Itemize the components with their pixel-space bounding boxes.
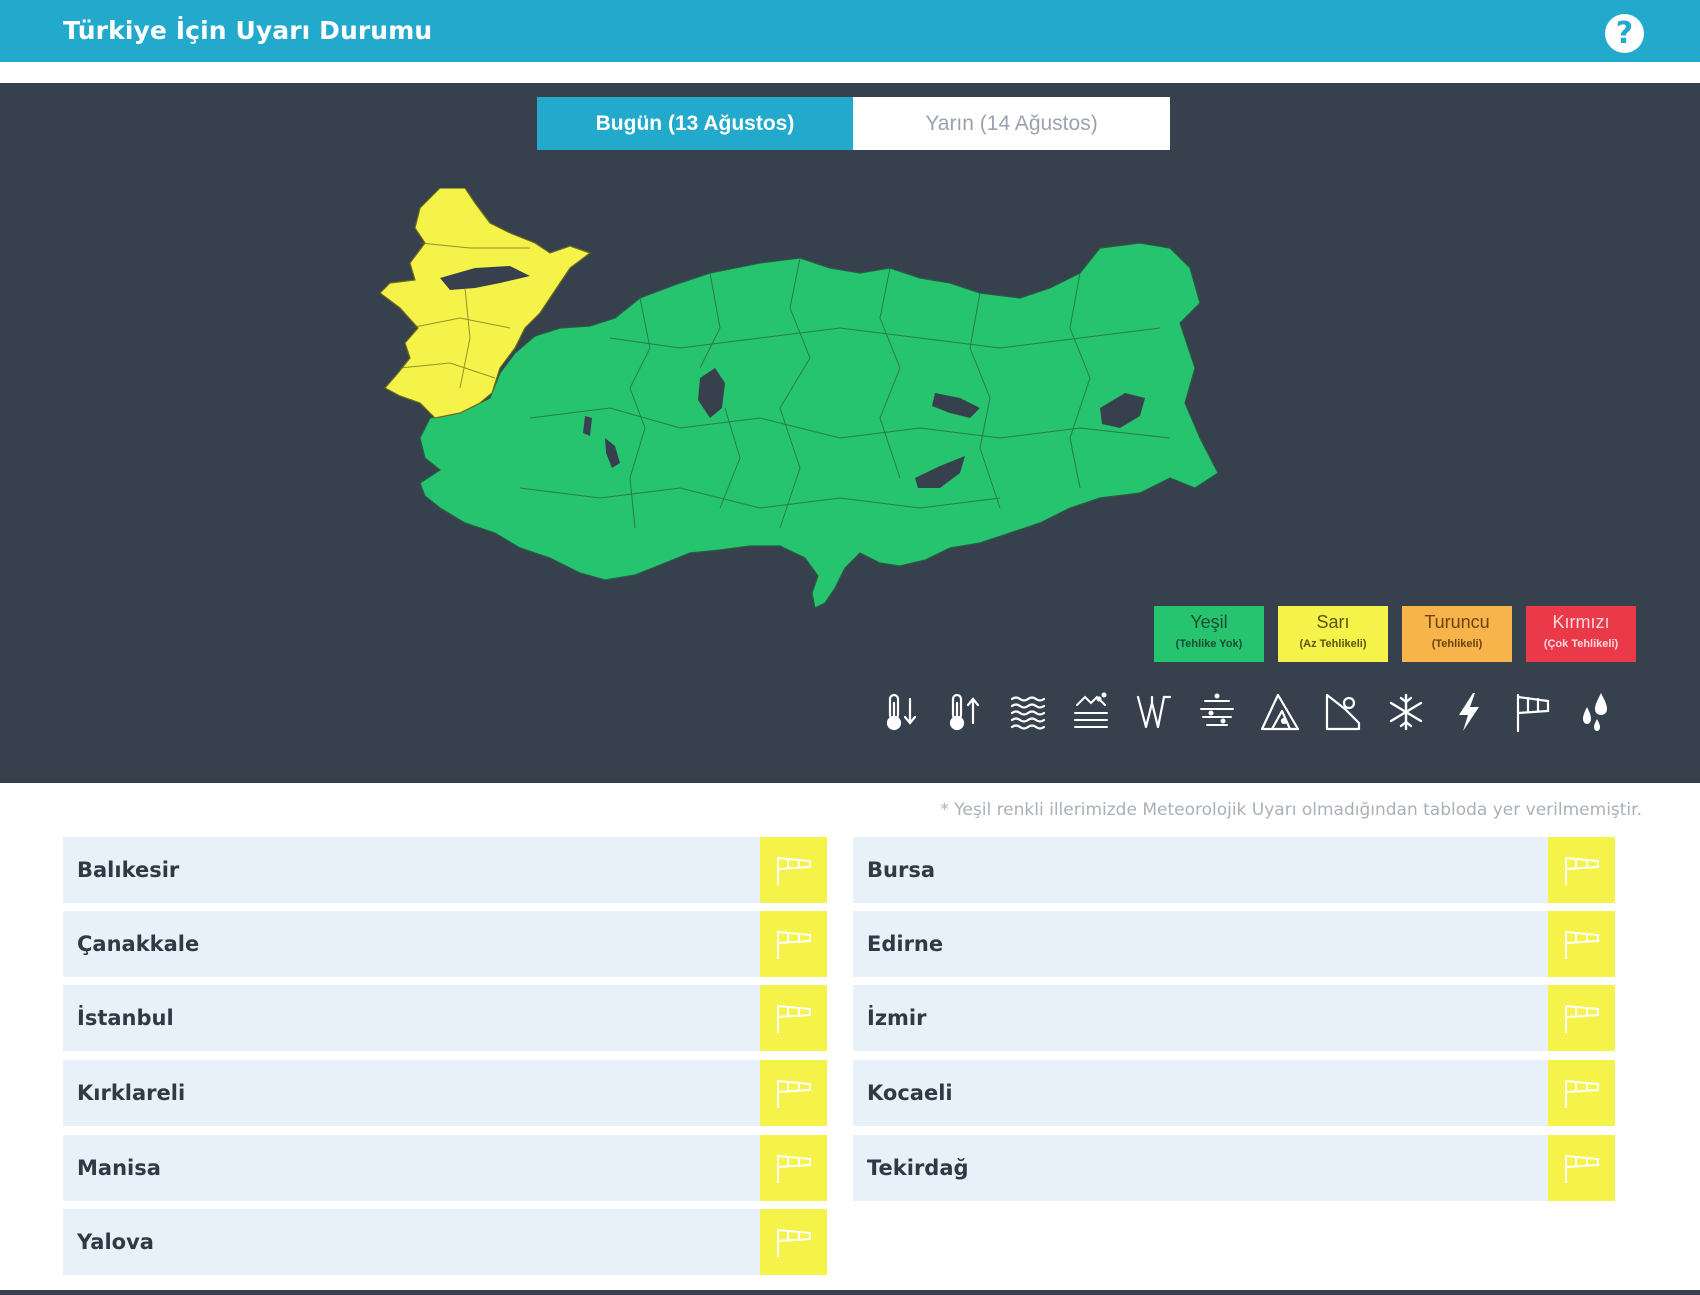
wind-warning-icon[interactable]	[1548, 1135, 1615, 1201]
province-name: Edirne	[867, 932, 944, 956]
page-title: Türkiye İçin Uyarı Durumu	[63, 16, 433, 45]
province-row[interactable]: Tekirdağ	[853, 1135, 1615, 1201]
wind-warning-icon[interactable]	[760, 1135, 827, 1201]
province-name: İstanbul	[77, 1006, 174, 1030]
province-name: Manisa	[77, 1156, 161, 1180]
lightning-icon[interactable]	[1447, 689, 1491, 735]
high-temperature-icon[interactable]	[943, 689, 987, 735]
province-name: İzmir	[867, 1006, 927, 1030]
province-row[interactable]: Yalova	[63, 1209, 827, 1275]
legend-yellow: Sarı (Az Tehlikeli)	[1278, 606, 1388, 662]
wind-warning-icon[interactable]	[760, 985, 827, 1051]
fog-icon[interactable]	[1006, 689, 1050, 735]
province-name: Yalova	[77, 1230, 154, 1254]
legend-yellow-desc: (Az Tehlikeli)	[1299, 638, 1367, 650]
snow-icon[interactable]	[1384, 689, 1428, 735]
province-name: Çanakkale	[77, 932, 200, 956]
bottom-border	[0, 1290, 1700, 1295]
wind-warning-icon[interactable]	[760, 1209, 827, 1275]
province-row[interactable]: Kırklareli	[63, 1060, 827, 1126]
low-temperature-icon[interactable]	[880, 689, 924, 735]
province-row[interactable]: Bursa	[853, 837, 1615, 903]
legend-orange-name: Turuncu	[1424, 612, 1490, 632]
landslide-icon[interactable]	[1321, 689, 1365, 735]
legend-red: Kırmızı (Çok Tehlikeli)	[1526, 606, 1636, 662]
wind-warning-icon[interactable]	[1548, 985, 1615, 1051]
help-icon[interactable]: ?	[1605, 14, 1644, 53]
province-row[interactable]: İzmir	[853, 985, 1615, 1051]
province-name: Bursa	[867, 858, 935, 882]
legend-red-desc: (Çok Tehlikeli)	[1543, 638, 1619, 650]
wind-warning-icon[interactable]	[760, 911, 827, 977]
legend-red-name: Kırmızı	[1552, 612, 1610, 632]
wind-warning-icon[interactable]	[1548, 1060, 1615, 1126]
legend-yellow-name: Sarı	[1316, 612, 1350, 632]
info-note: * Yeşil renkli illerimizde Meteorolojik …	[940, 800, 1642, 820]
province-name: Kırklareli	[77, 1081, 186, 1105]
avalanche-icon[interactable]	[1258, 689, 1302, 735]
province-row[interactable]: Manisa	[63, 1135, 827, 1201]
rain-icon[interactable]	[1573, 689, 1617, 735]
map-panel: Bugün (13 Ağustos) Yarın (14 Ağustos) Ye…	[0, 83, 1700, 783]
legend-green-desc: (Tehlike Yok)	[1175, 638, 1243, 650]
wind-warning-icon[interactable]	[760, 837, 827, 903]
tab-today[interactable]: Bugün (13 Ağustos)	[537, 97, 853, 150]
legend-orange: Turuncu (Tehlikeli)	[1402, 606, 1512, 662]
hail-icon[interactable]	[1132, 689, 1176, 735]
wind-warning-icon[interactable]	[1548, 911, 1615, 977]
province-row[interactable]: Edirne	[853, 911, 1615, 977]
province-row[interactable]: İstanbul	[63, 985, 827, 1051]
wind-icon[interactable]	[1510, 689, 1554, 735]
province-name: Tekirdağ	[867, 1156, 969, 1180]
legend-orange-desc: (Tehlikeli)	[1431, 638, 1483, 650]
province-row[interactable]: Kocaeli	[853, 1060, 1615, 1126]
province-name: Kocaeli	[867, 1081, 953, 1105]
storm-icon[interactable]	[1195, 689, 1239, 735]
province-name: Balıkesir	[77, 858, 180, 882]
dust-icon[interactable]	[1069, 689, 1113, 735]
legend-green: Yeşil (Tehlike Yok)	[1154, 606, 1264, 662]
province-row[interactable]: Çanakkale	[63, 911, 827, 977]
tab-tomorrow[interactable]: Yarın (14 Ağustos)	[853, 97, 1170, 150]
header-bar: Türkiye İçin Uyarı Durumu ?	[0, 0, 1700, 62]
legend-green-name: Yeşil	[1190, 612, 1228, 632]
wind-warning-icon[interactable]	[760, 1060, 827, 1126]
province-row[interactable]: Balıkesir	[63, 837, 827, 903]
wind-warning-icon[interactable]	[1548, 837, 1615, 903]
